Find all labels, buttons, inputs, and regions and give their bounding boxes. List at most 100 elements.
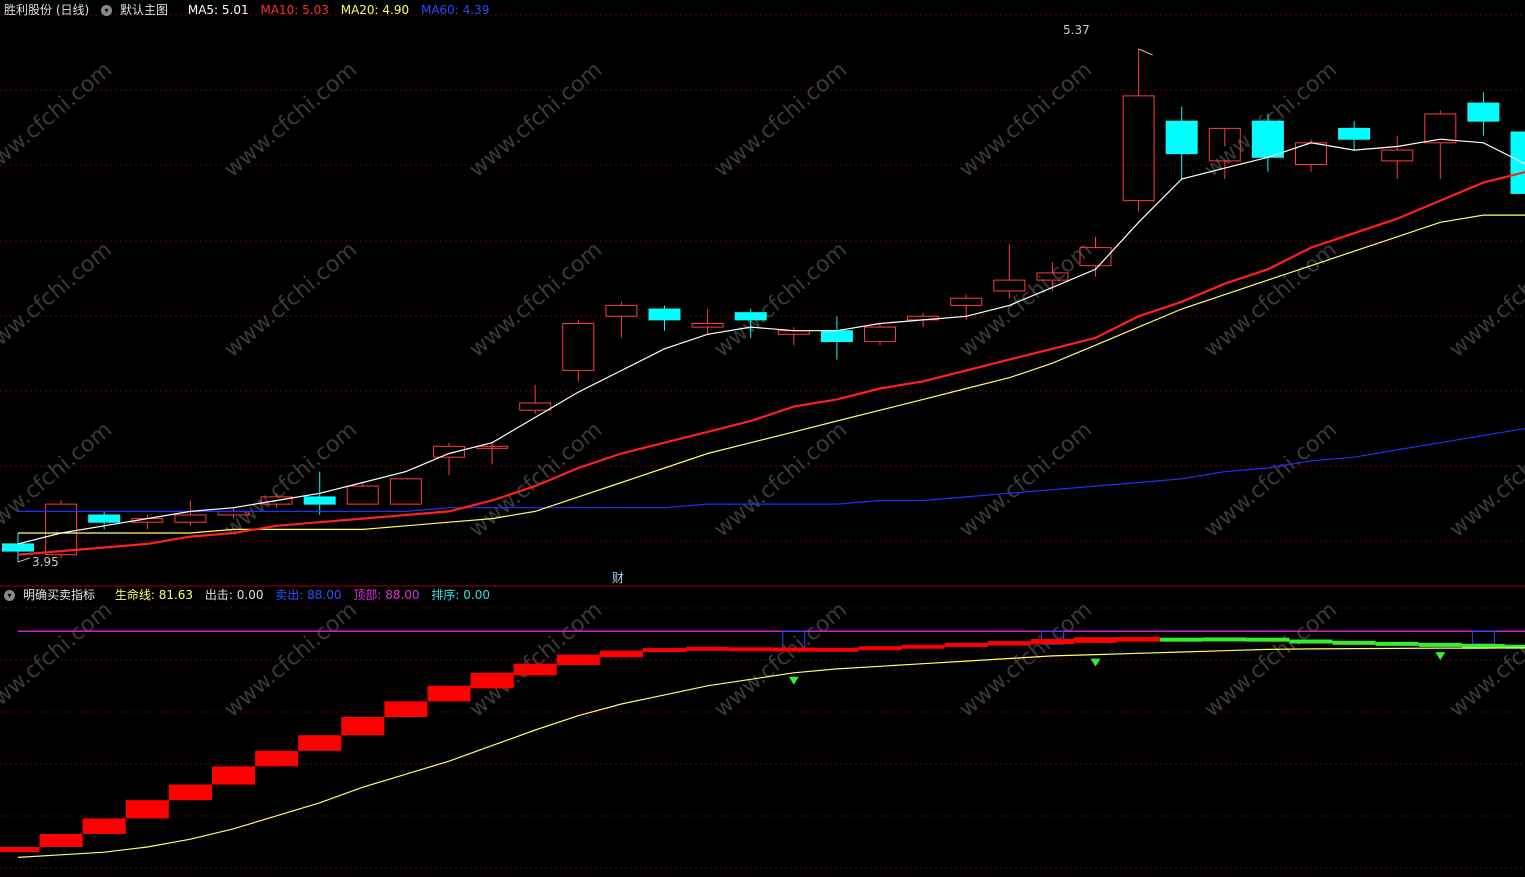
- buy-arrow: [1090, 658, 1101, 667]
- candle-body: [734, 312, 767, 321]
- finance-marker[interactable]: 财: [612, 571, 624, 585]
- bar-red: [642, 648, 687, 653]
- template-label: 默认主图: [120, 3, 169, 17]
- candle-body: [1165, 120, 1198, 155]
- watermark-text: www.cfchi.com: [1200, 417, 1342, 542]
- template-selector[interactable]: ▾ 默认主图: [101, 3, 176, 17]
- watermark-text: www.cfchi.com: [1200, 57, 1342, 182]
- candle-body: [433, 445, 465, 458]
- bar-red: [1073, 637, 1118, 643]
- watermark-text: www.cfchi.com: [465, 57, 607, 182]
- bar-green: [1375, 641, 1419, 646]
- bar-red: [39, 834, 83, 847]
- bar-red: [556, 654, 600, 665]
- main-header: 胜利股份 (日线) ▾ 默认主图 MA5: 5.01 MA10: 5.03 MA2…: [4, 2, 497, 18]
- bar-green: [1160, 637, 1204, 642]
- bar-red: [125, 800, 169, 819]
- life-line-value: 生命线: 81.63: [114, 588, 194, 602]
- sell-value: 卖出: 88.00: [275, 588, 342, 602]
- bar-red: [384, 701, 428, 717]
- candle-body: [1467, 102, 1500, 122]
- rank-value: 排序: 0.00: [431, 588, 490, 602]
- candle-up: [864, 323, 896, 346]
- bar-red: [901, 644, 945, 649]
- candle-body: [2, 543, 34, 552]
- candle-body: [174, 514, 207, 523]
- candle-up: [433, 442, 465, 476]
- watermark-text: www.cfchi.com: [1445, 417, 1525, 542]
- candle-down: [648, 305, 681, 331]
- candle-body: [519, 402, 552, 411]
- bar-red: [211, 766, 256, 785]
- watermark-text: www.cfchi.com: [710, 237, 852, 362]
- candle-body: [346, 485, 379, 505]
- watermark-text: www.cfchi.com: [465, 417, 607, 542]
- candle-down: [88, 511, 121, 530]
- bar-red: [470, 672, 514, 689]
- bar-green: [1418, 642, 1462, 647]
- candle-body: [648, 308, 681, 321]
- watermark-text: www.cfchi.com: [0, 237, 117, 362]
- sub-header: ▾ 明确买卖指标 生命线: 81.63 出击: 0.00 卖出: 88.00 顶部…: [4, 587, 498, 603]
- ma5-value: MA5: 5.01: [187, 3, 249, 17]
- candle-down: [1251, 113, 1284, 172]
- ma60-value: MA60: 4.39: [420, 3, 490, 17]
- candle-down: [1510, 131, 1525, 194]
- watermark-text: www.cfchi.com: [710, 57, 852, 182]
- bar-green: [1289, 639, 1333, 644]
- indicator-title: 明确买卖指标: [23, 588, 96, 602]
- candle-down: [1467, 92, 1500, 136]
- watermark-text: www.cfchi.com: [465, 237, 607, 362]
- candle-down: [2, 533, 34, 562]
- candle-body: [88, 514, 121, 523]
- sell-marker: [1471, 630, 1495, 645]
- bar-green: [1203, 637, 1247, 642]
- watermark-text: www.cfchi.com: [0, 417, 117, 542]
- bar-green: [1461, 643, 1505, 648]
- bar-red: [686, 646, 730, 651]
- stock-title[interactable]: 胜利股份 (日线): [4, 3, 89, 17]
- candle-up: [389, 478, 422, 505]
- bar-red: [1030, 639, 1074, 645]
- candle-up: [1381, 135, 1414, 179]
- bar-red: [298, 735, 342, 751]
- candle-body: [605, 304, 638, 317]
- candle-body: [303, 496, 336, 505]
- bar-red: [815, 647, 859, 652]
- watermark-text: www.cfchi.com: [220, 57, 362, 182]
- watermark-text: www.cfchi.com: [0, 57, 117, 182]
- candle-body: [864, 326, 896, 343]
- bar-green: [1332, 640, 1376, 645]
- high-pointer: [1138, 48, 1153, 56]
- candle-down: [820, 316, 853, 360]
- bar-red: [1117, 636, 1161, 642]
- candle-up: [1424, 110, 1457, 179]
- bar-green: [1246, 637, 1290, 642]
- candle-up: [605, 301, 638, 338]
- bar-red: [513, 663, 557, 676]
- bar-red: [341, 717, 385, 736]
- bar-red: [0, 847, 40, 853]
- candle-up: [691, 309, 724, 335]
- watermark-text: www.cfchi.com: [0, 597, 117, 722]
- watermarks: www.cfchi.com www.cfchi.com www.cfchi.com w…: [0, 57, 1525, 722]
- bar-red: [599, 650, 643, 658]
- buy-arrow: [788, 676, 799, 685]
- chevron-down-icon: ▾: [101, 5, 113, 16]
- bar-red: [729, 647, 773, 652]
- watermark-text: www.cfchi.com: [955, 57, 1097, 182]
- candle-body: [820, 330, 853, 343]
- candle-body: [562, 322, 595, 371]
- bar-red: [255, 750, 299, 767]
- candle-up: [1122, 48, 1155, 212]
- watermark-text: www.cfchi.com: [1445, 237, 1525, 362]
- watermark-text: www.cfchi.com: [955, 417, 1097, 542]
- candle-body: [1251, 120, 1284, 158]
- bar-red: [82, 818, 126, 834]
- watermark-text: www.cfchi.com: [220, 237, 362, 362]
- high-price-label: 5.37: [1063, 23, 1090, 37]
- indicator-selector[interactable]: ▾ 明确买卖指标: [4, 588, 103, 602]
- low-pointer: [17, 557, 31, 563]
- exit-value: 出击: 0.00: [204, 588, 264, 602]
- candle-down: [1338, 121, 1371, 151]
